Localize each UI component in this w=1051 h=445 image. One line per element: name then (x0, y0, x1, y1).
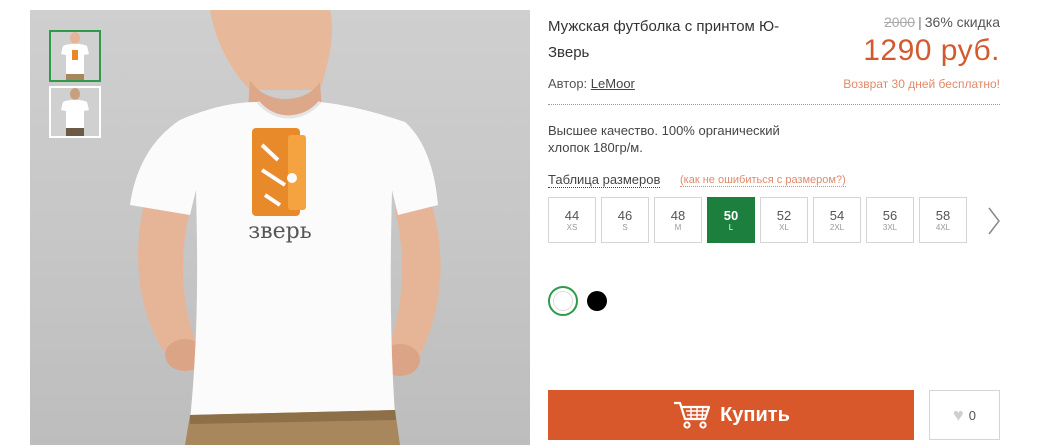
size-number: 52 (776, 207, 792, 223)
color-swatch-black[interactable] (587, 291, 607, 311)
size-option-48[interactable]: 48 M (654, 197, 702, 243)
size-number: 44 (564, 207, 580, 223)
color-selector (548, 286, 607, 316)
size-number: 58 (935, 207, 951, 223)
old-price-line: 2000 | 36% скидка (884, 14, 1000, 30)
size-letter: XL (779, 222, 789, 232)
size-option-58[interactable]: 58 4XL (919, 197, 967, 243)
thumbnail-front[interactable] (49, 30, 101, 82)
size-option-52[interactable]: 52 XL (760, 197, 808, 243)
wishlist-button[interactable]: ♥ 0 (929, 390, 1000, 440)
size-letter: 3XL (882, 222, 898, 232)
size-option-46[interactable]: 46 S (601, 197, 649, 243)
divider (548, 104, 1000, 105)
print-text: зверь (248, 219, 311, 244)
discount-label: 36% скидка (924, 14, 1000, 30)
return-policy-note: Возврат 30 дней бесплатно! (843, 77, 1000, 91)
author-line: Автор: LeMoor (548, 76, 635, 91)
product-main-image: зверь (130, 10, 441, 445)
size-number: 54 (829, 207, 845, 223)
size-number: 56 (882, 207, 898, 223)
size-option-54[interactable]: 54 2XL (813, 197, 861, 243)
size-number: 46 (617, 207, 633, 223)
heart-icon: ♥ (953, 405, 964, 425)
thumbnail-back-image (51, 88, 99, 136)
old-price: 2000 (883, 14, 916, 30)
size-selector: 44 XS 46 S 48 M 50 L 52 XL 54 2XL 56 3XL 58 4XL (548, 197, 972, 243)
author-label: Автор: (548, 76, 588, 91)
cart-icon (674, 401, 711, 429)
size-table-link[interactable]: Таблица размеров (548, 172, 661, 188)
size-letter: M (674, 222, 682, 232)
size-option-50[interactable]: 50 L (707, 197, 755, 243)
size-letter: 4XL (935, 222, 951, 232)
price-separator: | (918, 14, 922, 30)
thumbnail-front-image (51, 32, 99, 80)
chevron-right-icon[interactable] (983, 205, 1003, 237)
thumbnail-back[interactable] (49, 86, 101, 138)
size-letter: S (622, 222, 628, 232)
author-link[interactable]: LeMoor (591, 76, 635, 91)
color-swatch-white[interactable] (548, 286, 578, 316)
buy-button-label: Купить (720, 403, 790, 426)
product-description: Высшее качество. 100% органический хлопо… (548, 123, 780, 155)
size-number: 48 (670, 207, 686, 223)
size-help-link[interactable]: (как не ошибиться с размером?) (680, 174, 846, 187)
thumbnail-list (49, 30, 101, 142)
size-letter: L (728, 222, 734, 232)
size-option-44[interactable]: 44 XS (548, 197, 596, 243)
size-number: 50 (723, 207, 739, 223)
wishlist-count: 0 (968, 407, 976, 423)
buy-button[interactable]: Купить (548, 390, 914, 440)
current-price: 1290 руб. (863, 34, 1000, 67)
product-title: Мужская футболка с принтом Ю-Зверь (548, 18, 780, 61)
size-letter: XS (566, 222, 578, 232)
product-photo-area: зверь (30, 10, 530, 445)
size-option-56[interactable]: 56 3XL (866, 197, 914, 243)
size-letter: 2XL (829, 222, 845, 232)
